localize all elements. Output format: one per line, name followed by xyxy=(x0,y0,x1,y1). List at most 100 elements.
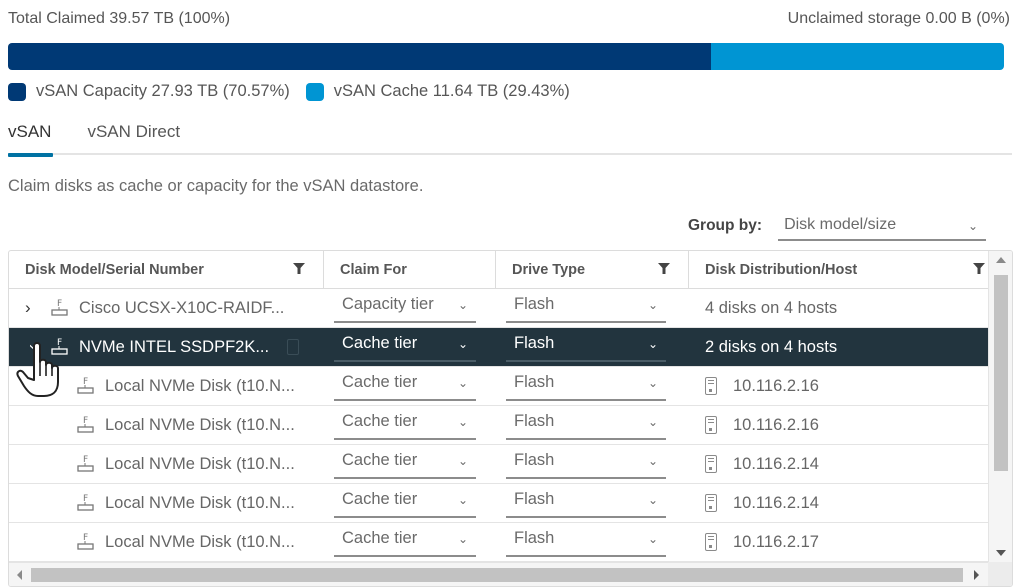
claim-for-select[interactable]: Cache tier ⌄ xyxy=(334,527,476,557)
table-row-disk[interactable]: F Local NVMe Disk (t10.N... Cache tier ⌄ … xyxy=(9,445,989,484)
chevron-down-icon: ⌄ xyxy=(457,376,468,390)
disk-name: Local NVMe Disk (t10.N... xyxy=(105,376,295,395)
vertical-scrollbar[interactable] xyxy=(988,251,1012,564)
legend-label: vSAN Capacity 27.93 TB (70.57%) xyxy=(36,82,290,100)
claim-for-select[interactable]: Cache tier ⌄ xyxy=(334,371,476,401)
table-row-group[interactable]: › F Cisco UCSX-X10C-RAIDF... Capacity ti… xyxy=(9,289,989,328)
capacity-swatch xyxy=(8,82,26,101)
copy-icon[interactable] xyxy=(287,339,300,355)
scroll-right-icon[interactable] xyxy=(974,570,979,580)
host-icon xyxy=(705,533,717,551)
drive-type-select[interactable]: Flash ⌄ xyxy=(506,371,666,401)
group-by-control: Group by: Disk model/size ⌄ xyxy=(688,210,987,241)
drive-type-select[interactable]: Flash ⌄ xyxy=(506,488,666,518)
flash-disk-icon: F xyxy=(51,338,68,355)
chevron-down-icon: ⌄ xyxy=(647,415,658,429)
host-address[interactable]: 10.116.2.16 xyxy=(733,377,819,396)
host-icon xyxy=(705,494,717,512)
drive-type-select[interactable]: Flash ⌄ xyxy=(506,293,666,323)
filter-icon[interactable] xyxy=(293,263,305,275)
disk-name: Local NVMe Disk (t10.N... xyxy=(105,415,295,434)
vertical-scroll-thumb[interactable] xyxy=(994,275,1008,471)
chevron-down-icon: ⌄ xyxy=(457,454,468,468)
table-header: Disk Model/Serial Number Claim For Drive… xyxy=(9,251,989,289)
horizontal-scrollbar[interactable] xyxy=(9,562,989,586)
svg-text:F: F xyxy=(83,377,88,387)
tab-vsan-direct[interactable]: vSAN Direct xyxy=(87,118,180,155)
storage-usage-bar xyxy=(8,43,1004,70)
host-address[interactable]: 10.116.2.14 xyxy=(733,494,819,513)
legend-label: vSAN Cache 11.64 TB (29.43%) xyxy=(333,82,570,100)
table-row-disk[interactable]: F Local NVMe Disk (t10.N... Cache tier ⌄ … xyxy=(9,484,989,523)
chevron-down-icon: ⌄ xyxy=(457,337,468,351)
host-address[interactable]: 10.116.2.16 xyxy=(733,416,819,435)
total-claimed-label: Total Claimed 39.57 TB (100%) xyxy=(8,10,231,27)
group-by-label: Group by: xyxy=(688,216,763,234)
column-header-claim-for[interactable]: Claim For xyxy=(324,251,496,288)
horizontal-scroll-thumb[interactable] xyxy=(31,568,963,582)
chevron-down-icon: ⌄ xyxy=(647,337,658,351)
column-header-drive-type[interactable]: Drive Type xyxy=(496,251,689,288)
column-header-disk-model[interactable]: Disk Model/Serial Number xyxy=(9,251,324,288)
collapse-chevron-icon[interactable]: › xyxy=(24,338,44,356)
disk-name: Local NVMe Disk (t10.N... xyxy=(105,493,295,512)
flash-disk-icon: F xyxy=(77,455,94,472)
chevron-down-icon: ⌄ xyxy=(457,532,468,546)
column-header-distribution[interactable]: Disk Distribution/Host xyxy=(689,251,989,288)
cache-segment xyxy=(710,43,1004,70)
tab-bar: vSAN vSAN Direct xyxy=(8,118,1012,157)
capacity-segment xyxy=(8,43,711,70)
chevron-down-icon: ⌄ xyxy=(647,493,658,507)
table-row-disk[interactable]: F Local NVMe Disk (t10.N... Cache tier ⌄ … xyxy=(9,367,989,406)
svg-text:F: F xyxy=(83,416,88,426)
disk-name: NVMe INTEL SSDPF2K... xyxy=(79,337,270,356)
group-by-value: Disk model/size xyxy=(784,215,897,233)
table-row-group-selected[interactable]: › F NVMe INTEL SSDPF2K... Cache tier ⌄ Fl… xyxy=(9,328,989,367)
unclaimed-storage-label: Unclaimed storage 0.00 B (0%) xyxy=(787,10,1010,27)
table-row-disk[interactable]: F Local NVMe Disk (t10.N... Cache tier ⌄ … xyxy=(9,523,989,562)
claim-for-select[interactable]: Cache tier ⌄ xyxy=(334,332,476,362)
disk-distribution: 4 disks on 4 hosts xyxy=(705,298,838,317)
claim-for-select[interactable]: Cache tier ⌄ xyxy=(334,449,476,479)
drive-type-select[interactable]: Flash ⌄ xyxy=(506,332,666,362)
filter-icon[interactable] xyxy=(973,263,985,275)
host-address[interactable]: 10.116.2.17 xyxy=(733,533,819,552)
chevron-down-icon: ⌄ xyxy=(647,298,658,312)
claim-for-select[interactable]: Capacity tier ⌄ xyxy=(334,293,476,323)
scroll-left-icon[interactable] xyxy=(17,570,22,580)
expand-chevron-icon[interactable]: › xyxy=(25,298,43,318)
scroll-up-icon[interactable] xyxy=(996,257,1006,263)
drive-type-select[interactable]: Flash ⌄ xyxy=(506,449,666,479)
svg-text:F: F xyxy=(83,455,88,465)
tab-vsan[interactable]: vSAN xyxy=(8,118,54,157)
drive-type-select[interactable]: Flash ⌄ xyxy=(506,527,666,557)
chevron-down-icon: ⌄ xyxy=(457,493,468,507)
svg-text:F: F xyxy=(57,338,62,348)
description-text: Claim disks as cache or capacity for the… xyxy=(8,177,424,195)
table-row-disk[interactable]: F Local NVMe Disk (t10.N... Cache tier ⌄ … xyxy=(9,406,989,445)
flash-disk-icon: F xyxy=(77,533,94,550)
disk-name: Cisco UCSX-X10C-RAIDF... xyxy=(79,298,285,317)
claim-for-select[interactable]: Cache tier ⌄ xyxy=(334,410,476,440)
host-address[interactable]: 10.116.2.14 xyxy=(733,455,819,474)
host-icon xyxy=(705,377,717,395)
chevron-down-icon: ⌄ xyxy=(457,298,468,312)
flash-disk-icon: F xyxy=(77,494,94,511)
storage-legend: vSAN Capacity 27.93 TB (70.57%) vSAN Cac… xyxy=(8,82,586,101)
table-body: › F Cisco UCSX-X10C-RAIDF... Capacity ti… xyxy=(9,289,989,562)
disk-distribution: 2 disks on 4 hosts xyxy=(705,337,838,356)
chevron-down-icon: ⌄ xyxy=(968,219,979,233)
svg-text:F: F xyxy=(83,494,88,504)
filter-icon[interactable] xyxy=(658,263,670,275)
group-by-select[interactable]: Disk model/size ⌄ xyxy=(778,210,987,241)
cache-swatch xyxy=(305,82,324,101)
claim-for-select[interactable]: Cache tier ⌄ xyxy=(334,488,476,518)
disk-claim-table: Disk Model/Serial Number Claim For Drive… xyxy=(8,250,1013,587)
legend-item-cache: vSAN Cache 11.64 TB (29.43%) xyxy=(305,82,570,101)
scroll-down-icon[interactable] xyxy=(996,550,1006,556)
flash-disk-icon: F xyxy=(77,416,94,433)
chevron-down-icon: ⌄ xyxy=(457,415,468,429)
drive-type-select[interactable]: Flash ⌄ xyxy=(506,410,666,440)
disk-name: Local NVMe Disk (t10.N... xyxy=(105,454,295,473)
legend-item-capacity: vSAN Capacity 27.93 TB (70.57%) xyxy=(8,82,290,101)
